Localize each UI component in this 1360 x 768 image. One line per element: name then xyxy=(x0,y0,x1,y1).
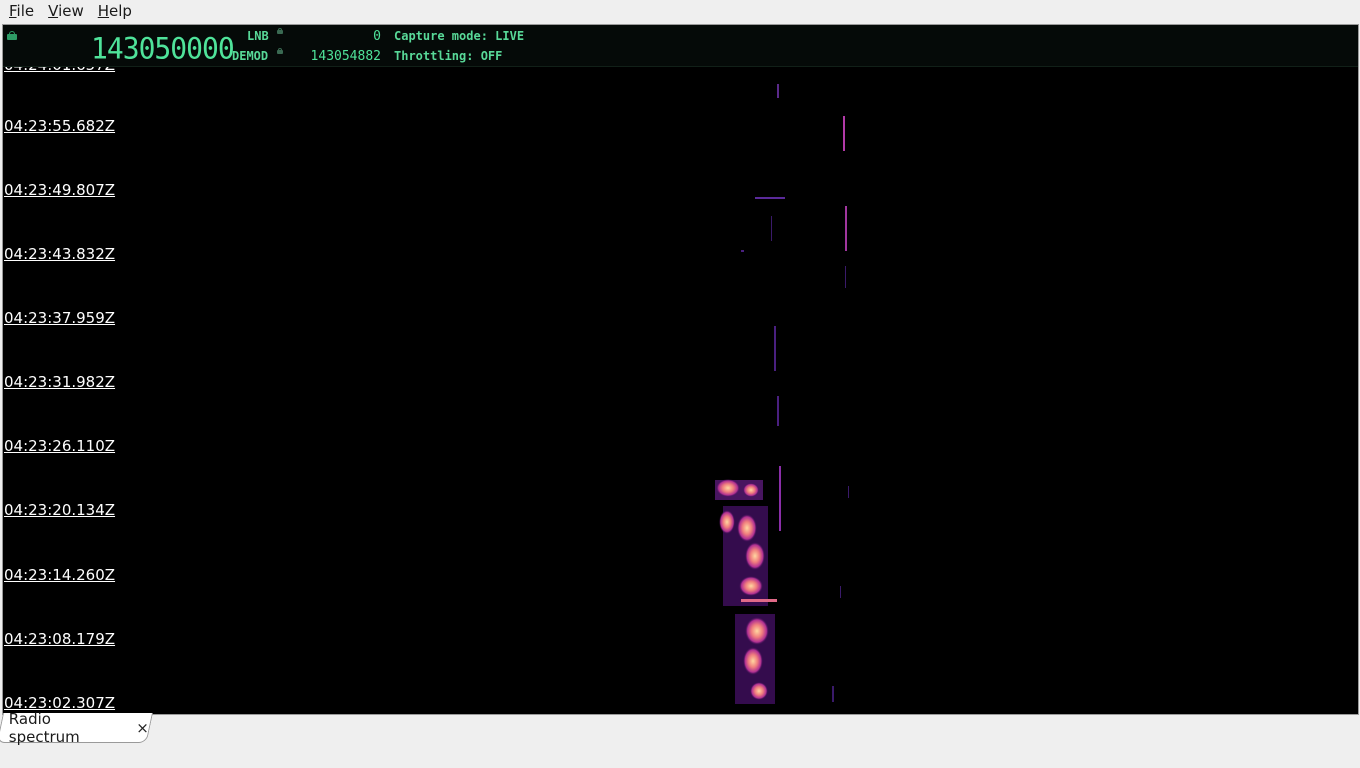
timestamp-label: 04:23:31.982Z xyxy=(4,373,117,391)
demod-value[interactable]: 143054882 xyxy=(303,49,381,64)
timestamp-label: 04:23:26.110Z xyxy=(4,437,117,455)
frequency-display[interactable]: 143050000 xyxy=(91,31,235,66)
menu-view-label: iew xyxy=(58,2,84,20)
lnb-label: LNB xyxy=(247,29,269,43)
signal-burst xyxy=(715,479,777,704)
menu-help-mnemonic: H xyxy=(97,2,110,20)
tab-label: Radio spectrum xyxy=(8,709,80,746)
timestamp-label: 04:23:20.134Z xyxy=(4,501,117,519)
menu-bar: File View Help xyxy=(0,0,1360,23)
timestamp-label: 04:23:55.682Z xyxy=(4,117,117,135)
signal-trace xyxy=(832,686,834,702)
signal-trace xyxy=(774,326,776,371)
signal-trace xyxy=(840,586,841,598)
timestamp-label: 04:23:43.832Z xyxy=(4,245,117,263)
lnb-lock-icon[interactable] xyxy=(277,28,283,34)
timestamp-label: 04:23:37.959Z xyxy=(4,309,117,327)
menu-view[interactable]: View xyxy=(39,1,89,22)
throttling-status: Throttling: OFF xyxy=(394,49,503,63)
signal-trace xyxy=(777,84,779,98)
demod-lock-icon[interactable] xyxy=(277,48,283,54)
menu-help-label: elp xyxy=(109,2,132,20)
waterfall-signals xyxy=(715,84,849,704)
signal-trace xyxy=(741,250,744,252)
signal-trace xyxy=(755,197,785,199)
tab-radio-spectrum[interactable]: Radio spectrum × xyxy=(0,709,153,746)
spectrum-panel: 143050000 LNB 0 DEMOD 143054882 Capture … xyxy=(2,24,1359,715)
signal-trace xyxy=(843,116,845,151)
signal-trace xyxy=(779,466,781,531)
signal-trace xyxy=(845,206,847,251)
close-icon[interactable]: × xyxy=(136,719,149,737)
menu-file-label: ile xyxy=(16,2,35,20)
status-header: 143050000 LNB 0 DEMOD 143054882 Capture … xyxy=(3,25,1358,67)
menu-file-mnemonic: F xyxy=(9,2,17,20)
lock-icon[interactable] xyxy=(7,31,17,40)
signal-trace xyxy=(777,396,779,426)
lnb-value[interactable]: 0 xyxy=(303,29,381,44)
menu-help[interactable]: Help xyxy=(89,1,137,22)
menu-file[interactable]: File xyxy=(0,1,39,22)
capture-mode-status: Capture mode: LIVE xyxy=(394,29,525,43)
timestamp-label: 04:23:08.179Z xyxy=(4,630,117,648)
signal-trace xyxy=(771,216,772,241)
timestamp-label: 04:23:49.807Z xyxy=(4,181,117,199)
timestamp-label: 04:23:14.260Z xyxy=(4,566,117,584)
signal-trace xyxy=(848,486,849,498)
menu-view-mnemonic: V xyxy=(48,2,59,20)
signal-trace xyxy=(845,266,846,288)
waterfall-display[interactable]: 04:24:01.657Z 04:23:55.682Z 04:23:49.807… xyxy=(3,56,1358,714)
demod-label: DEMOD xyxy=(232,49,269,63)
